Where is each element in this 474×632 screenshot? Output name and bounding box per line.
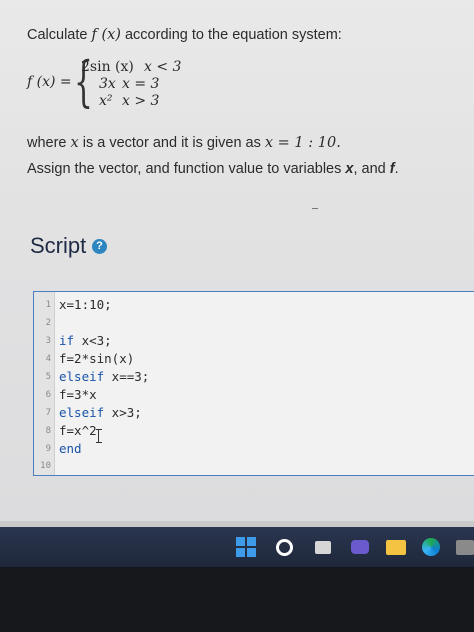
code-rest: x==3;	[104, 369, 150, 384]
intro-fx: f (x)	[91, 27, 121, 43]
code-line[interactable]: 2	[34, 315, 474, 332]
code-text: end	[59, 441, 82, 456]
code-rest: x>3;	[104, 405, 142, 420]
line-number: 9	[45, 444, 51, 454]
line-number: 2	[45, 318, 51, 328]
windows-start-icon[interactable]	[236, 537, 256, 557]
intro-text: Calculate	[27, 27, 92, 43]
code-line[interactable]: 5 elseif x==3;	[34, 369, 474, 386]
where-text-mid: is a vector and it is given as	[78, 135, 265, 151]
assign-text: Assign the vector, and function value to…	[27, 161, 346, 177]
case-2-expr: 3x	[99, 76, 116, 92]
assign-text-end: .	[394, 161, 399, 177]
code-line[interactable]: 9 end	[34, 441, 474, 458]
where-line: where x is a vector and it is given as x…	[27, 135, 457, 151]
keyword: end	[59, 441, 82, 456]
code-editor[interactable]: 1 x=1:10; 2 3 if x<3; 4 f=2*sin(x) 5 elseif …	[33, 291, 474, 476]
equation-system: f (x) = { 2sin (x) x < 3 3x x = 3 x² x >…	[27, 55, 457, 110]
keyword: if	[59, 333, 75, 348]
assign-line: Assign the vector, and function value to…	[27, 161, 457, 177]
case-2-cond: x = 3	[122, 76, 160, 92]
code-line[interactable]: 7 elseif x>3;	[34, 405, 474, 422]
line-number: 8	[45, 426, 51, 436]
line-number: 10	[40, 461, 51, 471]
file-explorer-icon[interactable]	[386, 537, 406, 557]
task-view-icon[interactable]	[313, 537, 333, 557]
case-3-expr: x²	[99, 93, 113, 109]
code-text: f=3*x	[59, 387, 97, 402]
code-text: f=x^2	[59, 423, 97, 438]
code-line[interactable]: 1 x=1:10;	[34, 297, 474, 314]
code-line[interactable]: 10	[34, 458, 474, 475]
assign-text-mid: , and	[353, 161, 390, 177]
line-number: 1	[45, 300, 51, 310]
code-rest: x<3;	[74, 333, 112, 348]
code-line[interactable]: 4 f=2*sin(x)	[34, 351, 474, 368]
intro-line: Calculate f (x) according to the equatio…	[27, 27, 457, 43]
code-text: elseif x>3;	[59, 405, 142, 420]
screen: Calculate f (x) according to the equatio…	[0, 0, 474, 524]
problem-statement: Calculate f (x) according to the equatio…	[27, 27, 457, 177]
where-x: x	[70, 135, 79, 151]
case-1-cond: x < 3	[144, 59, 182, 75]
meet-icon[interactable]	[350, 537, 370, 557]
line-number: 6	[45, 390, 51, 400]
code-text: if x<3;	[59, 333, 112, 348]
code-text: elseif x==3;	[59, 369, 149, 384]
line-number: 3	[45, 336, 51, 346]
script-title: Script	[30, 233, 87, 258]
store-icon[interactable]	[455, 537, 474, 557]
help-icon[interactable]: ?	[92, 239, 107, 254]
code-line[interactable]: 6 f=3*x	[34, 387, 474, 404]
line-number: 4	[45, 354, 51, 364]
equation-lhs: f (x) =	[27, 74, 72, 90]
line-number: 7	[45, 408, 51, 418]
text-cursor-icon	[96, 429, 105, 443]
laptop-body	[0, 567, 474, 632]
where-text: where	[27, 135, 71, 151]
code-text: f=2*sin(x)	[59, 351, 135, 366]
stray-mark	[312, 208, 318, 209]
code-text: x=1:10;	[59, 297, 112, 312]
case-1-expr: 2sin (x)	[81, 59, 134, 75]
taskbar	[0, 527, 474, 567]
edge-icon[interactable]	[421, 537, 441, 557]
search-icon[interactable]	[274, 537, 294, 557]
keyword: elseif	[59, 405, 105, 420]
intro-text-end: according to the equation system:	[120, 27, 342, 43]
keyword: elseif	[59, 369, 105, 384]
where-expr: x = 1 : 10.	[264, 135, 341, 151]
case-3-cond: x > 3	[122, 93, 160, 109]
code-line[interactable]: 3 if x<3;	[34, 333, 474, 350]
line-number: 5	[45, 372, 51, 382]
